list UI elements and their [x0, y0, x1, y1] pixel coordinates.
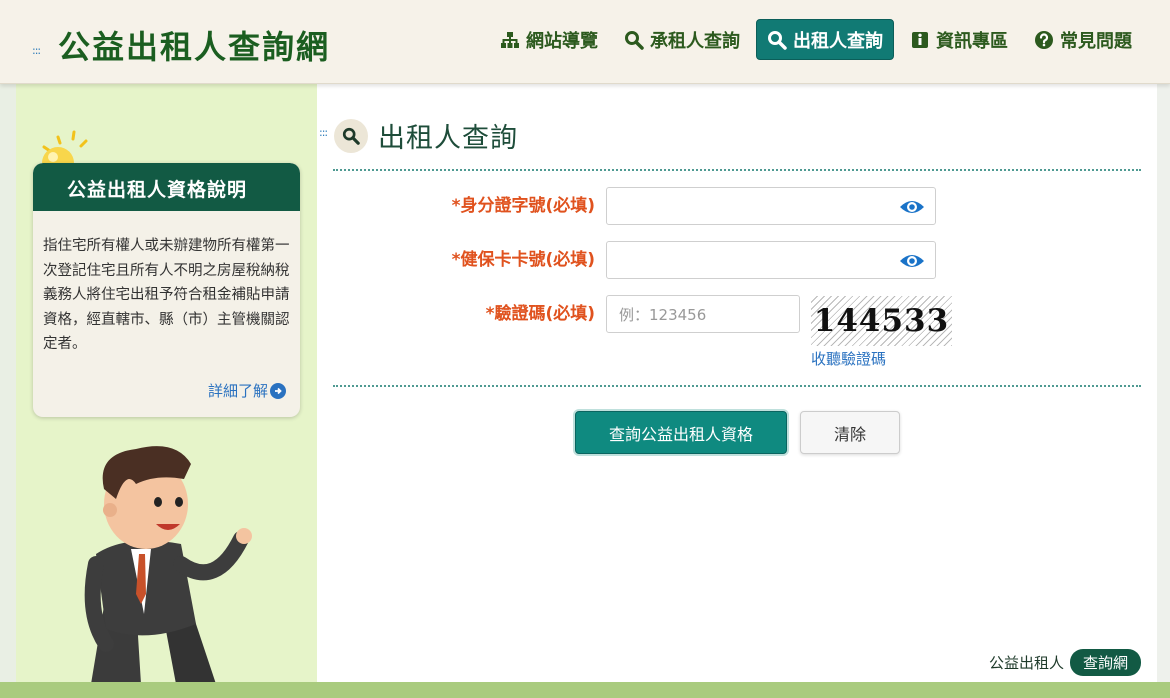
id-number-input[interactable] [606, 187, 936, 225]
query-landlord-button[interactable]: 查詢公益出租人資格 [575, 411, 787, 454]
sidebar: 公益出租人資格說明 指住宅所有權人或未辦建物所有權第一次登記住宅且所有人不明之房… [16, 84, 317, 684]
clear-button[interactable]: 清除 [800, 411, 900, 454]
search-icon [334, 119, 368, 153]
businessman-illustration [84, 446, 252, 684]
footer-brand-text: 公益出租人 [988, 654, 1064, 672]
accesskey-content[interactable]: ::: [319, 126, 328, 139]
question-icon [1035, 30, 1053, 49]
nhi-card-label: *健保卡卡號(必填) [451, 250, 595, 270]
nav-item-sitemap[interactable]: 網站導覽 [490, 19, 608, 60]
nav-item-tenant-query[interactable]: 承租人查詢 [614, 19, 750, 60]
captcha-image: 144533 [811, 296, 952, 346]
nav-label-info: 資訊專區 [936, 30, 1008, 52]
site-title[interactable]: 公益出租人查詢網 [58, 22, 330, 68]
sitemap-icon [501, 31, 519, 48]
info-icon [912, 31, 928, 48]
eligibility-card: 公益出租人資格說明 指住宅所有權人或未辦建物所有權第一次登記住宅且所有人不明之房… [33, 163, 300, 417]
arrow-right-icon [270, 382, 286, 399]
page-title: 出租人查詢 [378, 123, 518, 154]
id-number-label: *身分證字號(必填) [451, 196, 595, 216]
eligibility-card-title: 公益出租人資格說明 [33, 163, 300, 211]
captcha-label: *驗證碼(必填) [485, 304, 595, 324]
eye-icon[interactable] [899, 251, 925, 271]
site-header: ::: 公益出租人查詢網 網站導覽 承租人查詢 出租人查詢 資訊專區 常見問題 [0, 0, 1170, 84]
footer-bar [0, 682, 1170, 698]
main-content: ::: 出租人查詢 *身分證字號(必填) *健保卡卡號(必填) *驗證碼(必填)… [317, 84, 1157, 682]
accesskey-top[interactable]: ::: [32, 44, 41, 57]
nav-item-info[interactable]: 資訊專區 [900, 19, 1018, 60]
search-icon [768, 30, 787, 50]
divider-bottom [333, 385, 1141, 387]
nav-label-tenant-query: 承租人查詢 [650, 30, 740, 52]
right-margin [1157, 84, 1170, 682]
listen-captcha-link[interactable]: 收聽驗證碼 [811, 348, 886, 369]
captcha-input[interactable]: 例：123456 [606, 295, 800, 333]
nav-label-faq: 常見問題 [1060, 30, 1132, 52]
captcha-placeholder: 例：123456 [619, 305, 707, 324]
learn-more-label: 詳細了解 [207, 382, 268, 400]
nav-item-landlord-query[interactable]: 出租人查詢 [756, 19, 894, 60]
eligibility-card-body: 指住宅所有權人或未辦建物所有權第一次登記住宅且所有人不明之房屋稅納稅義務人將住宅… [43, 238, 290, 352]
nav-label-sitemap: 網站導覽 [526, 30, 598, 52]
nhi-card-input[interactable] [606, 241, 936, 279]
nav-label-landlord-query: 出租人查詢 [793, 30, 883, 52]
search-icon [625, 30, 644, 50]
eye-icon[interactable] [899, 197, 925, 217]
nav-item-faq[interactable]: 常見問題 [1024, 19, 1142, 60]
divider-top [333, 169, 1141, 171]
main-nav: 網站導覽 承租人查詢 出租人查詢 資訊專區 常見問題 [490, 19, 1142, 60]
footer-brand-pill: 查詢網 [1069, 649, 1141, 676]
learn-more-link[interactable]: 詳細了解 [208, 380, 286, 401]
footer-brand: 公益出租人 查詢網 [989, 649, 1141, 676]
